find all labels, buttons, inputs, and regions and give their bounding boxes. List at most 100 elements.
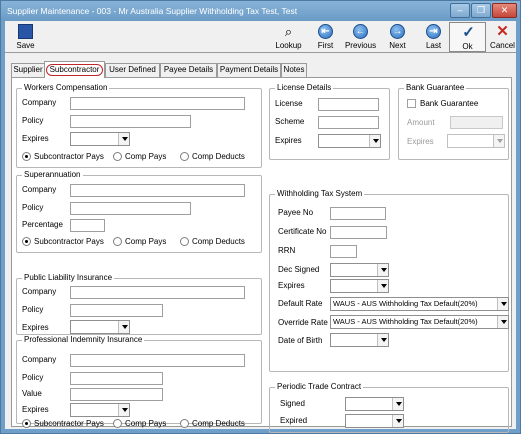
periodic-trade-contract-group: Periodic Trade Contract Signed Expired — [269, 382, 509, 433]
chevron-down-icon[interactable] — [118, 321, 129, 333]
prof-indemnity-company-label: Company — [22, 355, 57, 364]
public-liability-company-label: Company — [22, 287, 57, 296]
workers-comp-comp-deducts-label: Comp Deducts — [192, 152, 245, 161]
withholding-expires-combo[interactable] — [330, 279, 389, 293]
restore-icon[interactable]: ❐ — [471, 3, 491, 18]
workers-comp-comp-pays-radio[interactable] — [113, 152, 122, 161]
super-comp-pays-label: Comp Pays — [125, 237, 167, 246]
workers-comp-company-input[interactable] — [70, 97, 245, 110]
prof-indemnity-subcontractor-pays-radio[interactable] — [22, 419, 31, 428]
cancel-label: Cancel — [490, 41, 515, 50]
override-rate-value: WAUS - AUS Withholding Tax Default(20%) — [333, 317, 478, 326]
check-icon: ✓ — [462, 24, 475, 41]
workers-comp-subcontractor-pays-label: Subcontractor Pays — [34, 152, 104, 161]
license-details-title: License Details — [275, 83, 334, 92]
super-subcontractor-pays-label: Subcontractor Pays — [34, 237, 104, 246]
license-input[interactable] — [318, 98, 379, 111]
public-liability-expires-combo[interactable] — [70, 320, 130, 334]
workers-comp-comp-pays-label: Comp Pays — [125, 152, 167, 161]
title-bar[interactable]: Supplier Maintenance - 003 - Mr Australi… — [1, 1, 520, 21]
public-liability-title: Public Liability Insurance — [22, 273, 115, 282]
bank-guarantee-amount-input[interactable] — [450, 116, 503, 129]
prof-indemnity-policy-input[interactable] — [70, 372, 163, 385]
license-details-group: License Details License Scheme Expires — [269, 83, 390, 160]
rrn-input[interactable] — [330, 245, 357, 258]
public-liability-policy-input[interactable] — [70, 304, 163, 317]
bank-guarantee-amount-label: Amount — [407, 118, 435, 127]
superannuation-title: Superannuation — [22, 170, 83, 179]
public-liability-expires-label: Expires — [22, 323, 49, 332]
workers-comp-policy-input[interactable] — [70, 115, 191, 128]
certificate-no-input[interactable] — [330, 226, 387, 239]
super-company-input[interactable] — [70, 184, 245, 197]
subcontractor-panel: Workers Compensation Company Policy Expi… — [11, 77, 512, 433]
next-button[interactable]: → Next — [379, 22, 416, 52]
chevron-down-icon[interactable] — [377, 334, 388, 346]
next-icon: → — [390, 24, 405, 39]
tab-subcontractor[interactable]: Subcontractor — [44, 61, 105, 78]
signed-combo[interactable] — [345, 397, 404, 411]
chevron-down-icon[interactable] — [377, 280, 388, 292]
prof-indemnity-expires-combo[interactable] — [70, 403, 130, 417]
super-comp-deducts-radio[interactable] — [180, 237, 189, 246]
default-rate-combo[interactable]: WAUS - AUS Withholding Tax Default(20%) — [330, 297, 509, 311]
lookup-button[interactable]: ⌕ Lookup — [270, 22, 307, 52]
prof-indemnity-comp-deducts-label: Comp Deducts — [192, 419, 245, 428]
prof-indemnity-subcontractor-pays-label: Subcontractor Pays — [34, 419, 104, 428]
public-liability-company-input[interactable] — [70, 286, 245, 299]
cancel-button[interactable]: ✕ Cancel — [484, 22, 521, 52]
prof-indemnity-comp-deducts-radio[interactable] — [180, 419, 189, 428]
super-policy-input[interactable] — [70, 202, 191, 215]
license-expires-combo[interactable] — [318, 134, 381, 148]
public-liability-group: Public Liability Insurance Company Polic… — [16, 273, 262, 335]
prof-indemnity-company-input[interactable] — [70, 354, 245, 367]
tab-notes[interactable]: Notes — [281, 63, 307, 77]
super-comp-pays-radio[interactable] — [113, 237, 122, 246]
expired-combo[interactable] — [345, 414, 404, 428]
bank-guarantee-checkbox[interactable] — [407, 99, 416, 108]
chevron-down-icon[interactable] — [392, 415, 403, 427]
prof-indemnity-policy-label: Policy — [22, 373, 44, 382]
chevron-down-icon[interactable] — [118, 404, 129, 416]
workers-comp-policy-label: Policy — [22, 116, 44, 125]
workers-comp-title: Workers Compensation — [22, 83, 110, 92]
last-button[interactable]: ⇥ Last — [415, 22, 452, 52]
date-of-birth-combo[interactable] — [330, 333, 389, 347]
save-button[interactable]: Save — [7, 22, 44, 52]
super-subcontractor-pays-radio[interactable] — [22, 237, 31, 246]
bank-guarantee-title: Bank Guarantee — [404, 83, 467, 92]
tab-payment-details[interactable]: Payment Details — [217, 63, 281, 77]
tab-supplier[interactable]: Supplier — [11, 63, 45, 77]
tab-user-defined[interactable]: User Defined — [105, 63, 160, 77]
tab-subcontractor-label: Subcontractor — [45, 64, 104, 76]
chevron-down-icon[interactable] — [377, 264, 388, 276]
minimize-icon[interactable]: – — [450, 3, 470, 18]
chevron-down-icon[interactable] — [493, 135, 504, 147]
workers-comp-subcontractor-pays-radio[interactable] — [22, 152, 31, 161]
chevron-down-icon[interactable] — [392, 398, 403, 410]
chevron-down-icon[interactable] — [497, 316, 508, 328]
first-button[interactable]: ⇤ First — [307, 22, 344, 52]
workers-comp-expires-combo[interactable] — [70, 132, 130, 146]
payee-no-input[interactable] — [330, 207, 386, 220]
tab-payee-details[interactable]: Payee Details — [160, 63, 217, 77]
dec-signed-combo[interactable] — [330, 263, 389, 277]
bank-guarantee-expires-combo[interactable] — [447, 134, 505, 148]
previous-label: Previous — [344, 41, 377, 50]
prof-indemnity-comp-pays-radio[interactable] — [113, 419, 122, 428]
super-comp-deducts-label: Comp Deducts — [192, 237, 245, 246]
scheme-input[interactable] — [318, 116, 379, 129]
default-rate-value: WAUS - AUS Withholding Tax Default(20%) — [333, 299, 478, 308]
chevron-down-icon[interactable] — [118, 133, 129, 145]
override-rate-combo[interactable]: WAUS - AUS Withholding Tax Default(20%) — [330, 315, 509, 329]
prof-indemnity-value-input[interactable] — [70, 388, 163, 401]
super-percentage-input[interactable] — [70, 219, 105, 232]
expired-label: Expired — [280, 416, 308, 425]
ok-button[interactable]: ✓ Ok — [449, 22, 486, 52]
chevron-down-icon[interactable] — [369, 135, 380, 147]
workers-comp-expires-label: Expires — [22, 134, 49, 143]
close-icon[interactable]: ✕ — [492, 3, 517, 18]
chevron-down-icon[interactable] — [497, 298, 508, 310]
workers-comp-comp-deducts-radio[interactable] — [180, 152, 189, 161]
previous-button[interactable]: ← Previous — [342, 22, 379, 52]
